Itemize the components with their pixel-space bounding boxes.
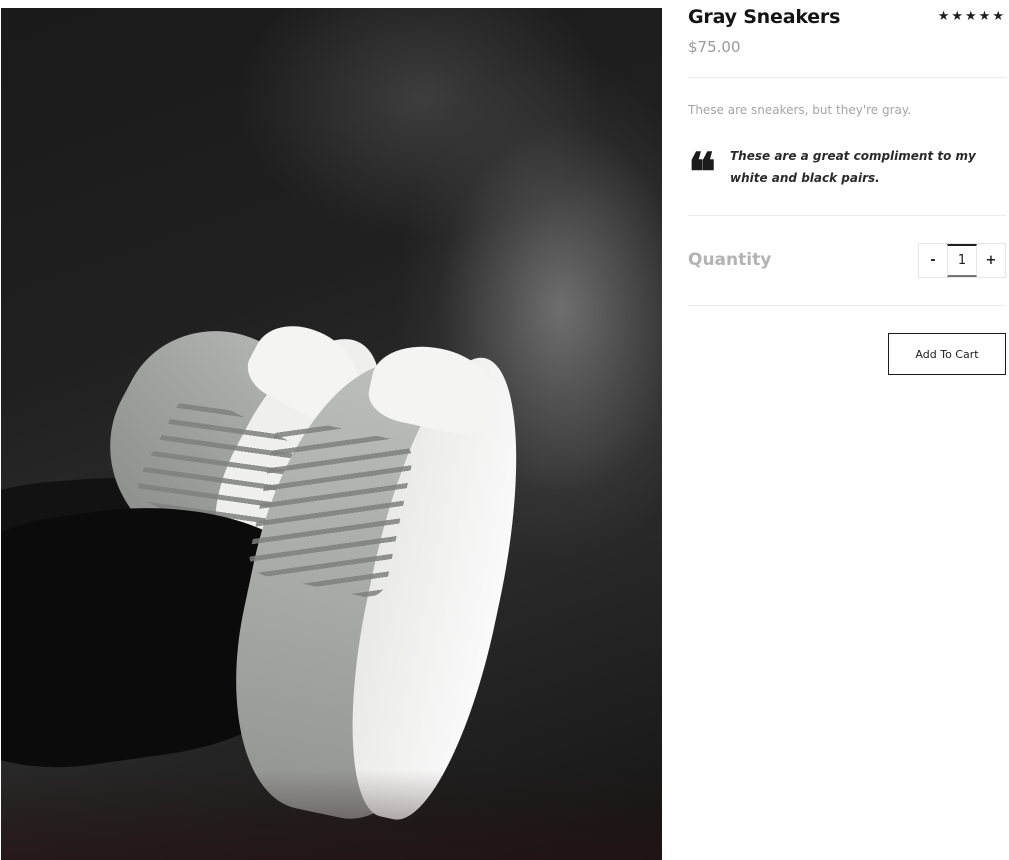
product-page: Gray Sneakers ★★★★★ $75.00 These are sne… [0,0,1009,860]
product-title: Gray Sneakers [688,6,841,28]
photo-floor [1,770,662,860]
increment-button[interactable]: + [977,244,1005,277]
add-to-cart-button[interactable]: Add To Cart [888,333,1006,375]
divider [688,77,1006,78]
product-description: These are sneakers, but they're gray. [688,103,912,117]
decrement-button[interactable]: - [919,244,947,277]
review-quote: ❝ These are a great compliment to my whi… [688,142,1006,203]
quote-icon: ❝ [688,142,716,203]
product-price: $75.00 [688,38,741,56]
divider [688,305,1006,306]
quantity-label: Quantity [688,250,772,270]
product-photo [1,8,662,860]
review-text: These are a great compliment to my white… [730,149,976,185]
divider [688,215,1006,216]
title-row: Gray Sneakers ★★★★★ [688,6,1006,32]
quantity-stepper: - + [918,243,1006,278]
quantity-input[interactable] [947,244,977,277]
rating-stars-icon: ★★★★★ [937,9,1006,24]
